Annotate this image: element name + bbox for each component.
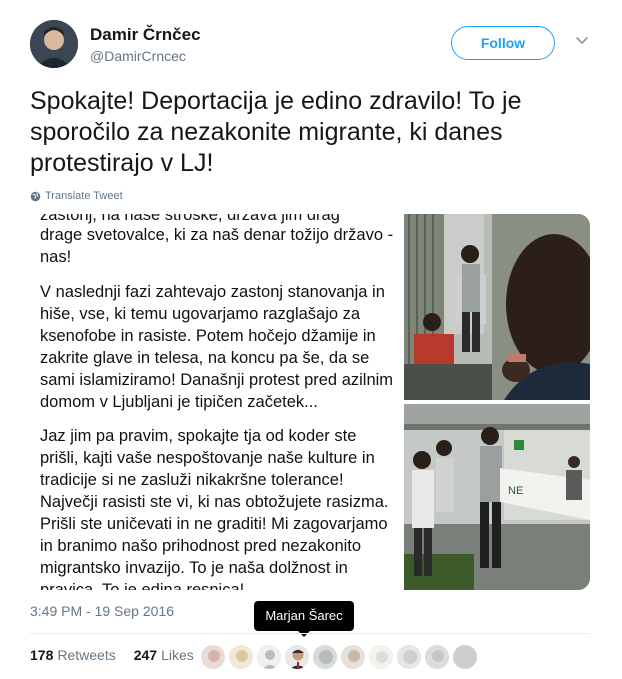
svg-text:NE: NE bbox=[508, 485, 523, 497]
retweets-label[interactable]: Retweets bbox=[57, 647, 115, 663]
liker-avatar[interactable] bbox=[340, 644, 366, 670]
likes-label[interactable]: Likes bbox=[161, 647, 194, 663]
liker-avatar[interactable] bbox=[396, 644, 422, 670]
image-paragraph-2: V naslednji fazi zahtevajo zastonj stano… bbox=[40, 283, 394, 411]
author-avatar[interactable] bbox=[30, 20, 78, 68]
translate-tweet-link[interactable]: Translate Tweet bbox=[30, 190, 123, 202]
liker-avatar[interactable] bbox=[452, 644, 478, 670]
tweet-header: Damir Črnčec @DamirCrncec Follow bbox=[30, 20, 600, 70]
tooltip-arrow bbox=[298, 631, 310, 637]
liker-tooltip: Marjan Šarec bbox=[254, 601, 354, 631]
tweet-media[interactable]: zastonj, na naše stroške, država jim dra… bbox=[30, 214, 590, 590]
photo-1-image bbox=[404, 214, 590, 400]
image-paragraph-3: Jaz jim pa pravim, spokajte tja od koder… bbox=[40, 427, 389, 590]
retweets-count[interactable]: 178 bbox=[30, 647, 53, 663]
likes-count[interactable]: 247 bbox=[134, 647, 157, 663]
liker-avatar-marjan-sarec[interactable] bbox=[284, 644, 310, 670]
liker-avatar[interactable] bbox=[424, 644, 450, 670]
globe-icon bbox=[30, 191, 41, 201]
liker-avatar[interactable] bbox=[368, 644, 394, 670]
media-photo-2[interactable]: NE bbox=[404, 404, 590, 590]
liker-avatar[interactable] bbox=[200, 644, 226, 670]
divider bbox=[30, 633, 590, 634]
liker-avatar[interactable] bbox=[228, 644, 254, 670]
image-line-1: drage svetovalce, ki za naš denar tožijo… bbox=[40, 226, 394, 266]
tweet-timestamp[interactable]: 3:49 PM - 19 Sep 2016 bbox=[30, 603, 174, 619]
tweet-stats: 178 Retweets 247 Likes bbox=[30, 647, 194, 663]
follow-button[interactable]: Follow bbox=[451, 26, 555, 60]
liker-avatar[interactable] bbox=[256, 644, 282, 670]
liker-avatar[interactable] bbox=[312, 644, 338, 670]
author-handle[interactable]: @DamirCrncec bbox=[90, 48, 186, 64]
media-photo-1[interactable] bbox=[404, 214, 590, 400]
likers-avatars bbox=[200, 644, 478, 670]
media-text-image[interactable]: zastonj, na naše stroške, država jim dra… bbox=[30, 214, 401, 590]
translate-label: Translate Tweet bbox=[45, 190, 123, 202]
chevron-down-icon[interactable] bbox=[574, 32, 590, 48]
photo-2-image: NE bbox=[404, 404, 590, 590]
tweet-text: Spokajte! Deportacija je edino zdravilo!… bbox=[30, 87, 522, 177]
author-name[interactable]: Damir Črnčec bbox=[90, 25, 201, 45]
